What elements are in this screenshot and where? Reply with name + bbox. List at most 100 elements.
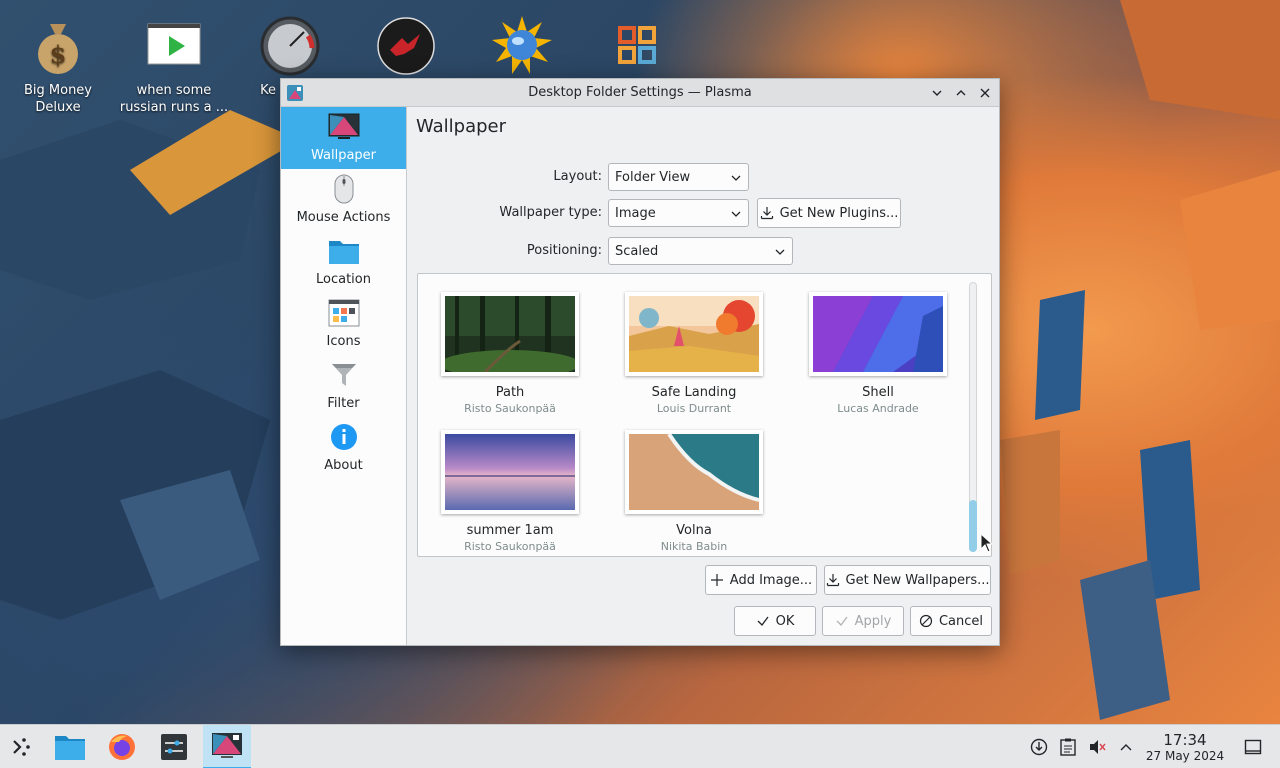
get-new-plugins-label: Get New Plugins... xyxy=(779,205,899,221)
clock-time[interactable]: 17:34 xyxy=(1140,731,1230,749)
money-bag-icon: $ xyxy=(38,24,78,74)
ok-label: OK xyxy=(775,613,795,629)
show-desktop-icon xyxy=(1244,739,1262,755)
gallery-scrollbar-thumb[interactable] xyxy=(969,500,977,552)
layout-label: Layout: xyxy=(553,169,602,184)
get-new-wallpapers-label: Get New Wallpapers... xyxy=(845,572,990,588)
wallpaper-tile-shell[interactable]: Shell Lucas Andrade xyxy=(803,292,953,422)
desktop-icon-big-money-deluxe[interactable]: $ Big Money Deluxe xyxy=(3,8,113,116)
maximize-button[interactable] xyxy=(951,83,971,103)
thumbnail-frame xyxy=(441,292,579,376)
sidebar-item-location[interactable]: Location xyxy=(281,231,406,293)
folder-icon xyxy=(328,241,359,264)
wallpaper-type-label: Wallpaper type: xyxy=(499,205,602,220)
desktop-icon-label: when some russian runs a ... xyxy=(119,83,229,115)
taskbar: 17:34 27 May 2024 xyxy=(0,724,1280,768)
show-desktop-button[interactable] xyxy=(1243,737,1263,757)
taskbar-plasma-settings[interactable] xyxy=(203,725,251,768)
desktop-icon-globe[interactable] xyxy=(467,8,577,82)
get-new-plugins-button[interactable]: Get New Plugins... xyxy=(757,198,901,228)
settings-icon xyxy=(161,734,187,760)
wallpaper-author: Risto Saukonpää xyxy=(464,540,556,553)
chevron-down-icon xyxy=(932,90,942,96)
firefox-icon xyxy=(109,734,135,760)
sidebar-item-label: Wallpaper xyxy=(310,148,377,163)
wallpaper-name: Volna xyxy=(676,523,712,538)
sidebar-item-label: About xyxy=(324,458,363,473)
checkmark-icon xyxy=(836,616,848,626)
svg-text:$: $ xyxy=(50,40,67,69)
video-thumbnail-icon xyxy=(147,23,201,65)
grid-app-icon xyxy=(618,26,656,64)
sidebar-item-mouse-actions[interactable]: Mouse Actions xyxy=(281,169,406,231)
taskbar-firefox[interactable] xyxy=(100,725,144,768)
wallpaper-author: Louis Durrant xyxy=(656,402,732,415)
sidebar-item-icons[interactable]: Icons xyxy=(281,293,406,355)
wallpaper-tile-safe-landing[interactable]: Safe Landing Louis Durrant xyxy=(619,292,769,422)
application-launcher[interactable] xyxy=(0,725,44,768)
sidebar-item-label: Filter xyxy=(327,396,360,411)
update-icon xyxy=(1030,738,1048,756)
positioning-combo[interactable]: Scaled xyxy=(608,237,793,265)
taskbar-system-settings[interactable] xyxy=(152,725,196,768)
desktop-icon-grid-app[interactable] xyxy=(583,8,693,82)
titlebar[interactable]: Desktop Folder Settings — Plasma xyxy=(281,79,999,107)
plasma-settings-icon xyxy=(212,733,242,758)
close-button[interactable] xyxy=(975,83,995,103)
tray-updates[interactable] xyxy=(1029,737,1049,757)
wallpaper-author: Nikita Babin xyxy=(660,540,728,553)
tray-clipboard[interactable] xyxy=(1058,737,1078,757)
tray-expand[interactable] xyxy=(1116,737,1136,757)
mouse-icon xyxy=(334,174,353,204)
desktop-icon-label: Big Money Deluxe xyxy=(23,83,92,115)
wallpaper-name: Path xyxy=(495,385,525,400)
ok-button[interactable]: OK xyxy=(734,606,816,636)
cancel-button[interactable]: Cancel xyxy=(910,606,992,636)
add-image-label: Add Image... xyxy=(729,572,813,588)
sidebar-item-label: Location xyxy=(316,272,371,287)
wallpaper-type-combo[interactable]: Image xyxy=(608,199,749,227)
thumbnail-frame xyxy=(625,292,763,376)
close-icon xyxy=(980,88,990,98)
wallpaper-thumbnail xyxy=(629,434,759,510)
sidebar-item-about[interactable]: About xyxy=(281,417,406,479)
apply-button[interactable]: Apply xyxy=(822,606,904,636)
wallpaper-thumbnail xyxy=(813,296,943,372)
cancel-label: Cancel xyxy=(938,613,984,629)
desktop-icon-dragon[interactable] xyxy=(351,8,461,82)
wallpaper-thumbnail xyxy=(445,434,575,510)
wallpaper-author: Risto Saukonpää xyxy=(464,402,556,415)
chevron-down-icon xyxy=(731,211,741,217)
info-icon xyxy=(330,424,357,450)
filter-icon xyxy=(331,364,356,386)
chevron-down-icon xyxy=(731,175,741,181)
minimize-button[interactable] xyxy=(927,83,947,103)
sidebar-item-wallpaper[interactable]: Wallpaper xyxy=(281,107,406,169)
volume-muted-icon xyxy=(1090,740,1106,754)
wallpaper-thumbnail xyxy=(629,296,759,372)
positioning-value: Scaled xyxy=(615,243,659,259)
layout-combo[interactable]: Folder View xyxy=(608,163,749,191)
checkmark-icon xyxy=(757,616,769,626)
thumbnail-frame xyxy=(809,292,947,376)
layout-value: Folder View xyxy=(615,169,691,185)
wallpaper-tile-volna[interactable]: Volna Nikita Babin xyxy=(619,430,769,556)
sidebar-item-label: Mouse Actions xyxy=(296,210,391,225)
speedometer-icon xyxy=(260,16,320,76)
desktop-icon-video[interactable]: when some russian runs a ... xyxy=(119,8,229,116)
taskbar-file-manager[interactable] xyxy=(48,725,92,768)
chevron-down-icon xyxy=(775,249,785,255)
wallpaper-tile-path[interactable]: Path Risto Saukonpää xyxy=(435,292,585,422)
add-image-button[interactable]: Add Image... xyxy=(705,565,817,595)
mouse-cursor-icon xyxy=(980,533,994,553)
window-title: Desktop Folder Settings — Plasma xyxy=(528,85,752,100)
page-title: Wallpaper xyxy=(416,116,507,137)
download-icon xyxy=(760,207,773,220)
wallpaper-tile-summer-1am[interactable]: summer 1am Risto Saukonpää xyxy=(435,430,585,556)
clock-date: 27 May 2024 xyxy=(1145,749,1225,763)
file-manager-icon xyxy=(55,736,85,760)
sidebar-item-filter[interactable]: Filter xyxy=(281,355,406,417)
get-new-wallpapers-button[interactable]: Get New Wallpapers... xyxy=(824,565,991,595)
content-area: Wallpaper Layout: Folder View Wallpaper … xyxy=(407,107,999,645)
tray-volume[interactable] xyxy=(1087,737,1107,757)
